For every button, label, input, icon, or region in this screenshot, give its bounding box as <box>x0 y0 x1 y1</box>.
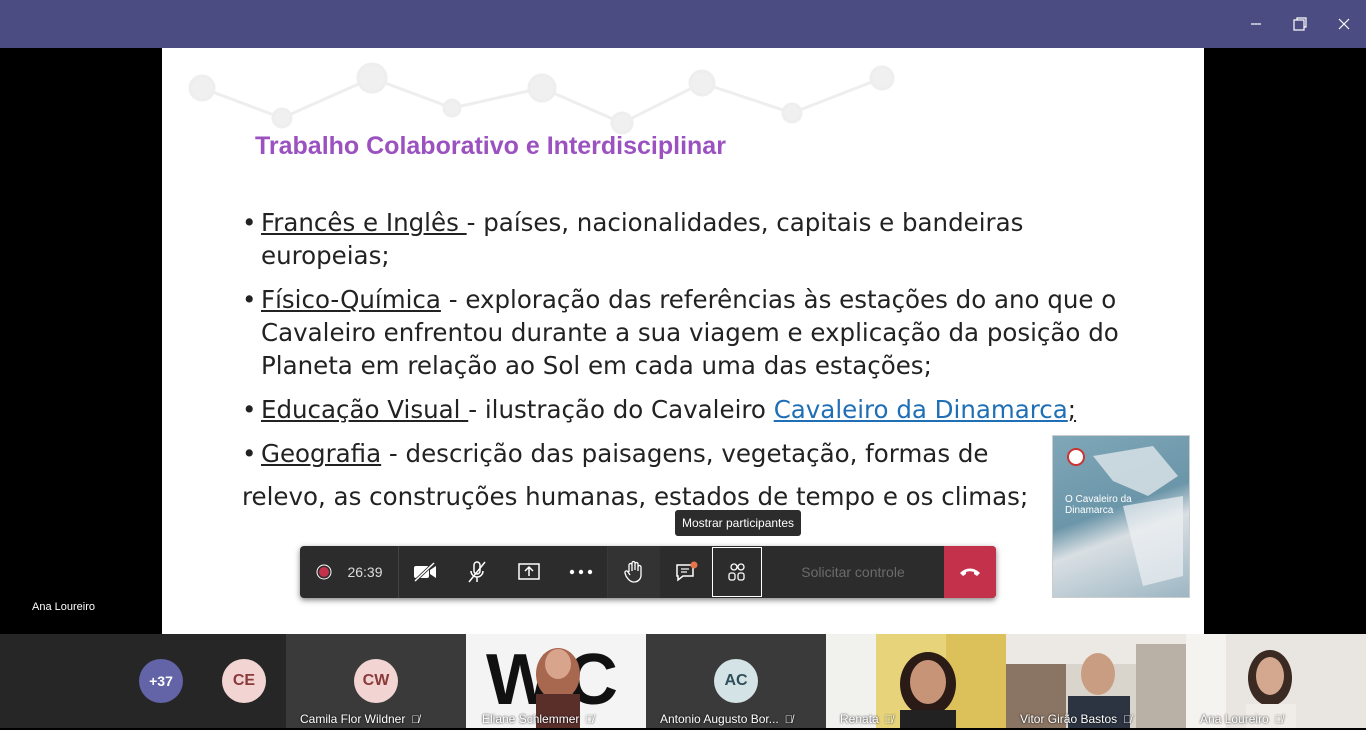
share-screen-button[interactable] <box>503 546 555 598</box>
subject-label: Francês e Inglês <box>261 208 467 237</box>
bullet-text: - descrição das paisagens, vegetação, fo… <box>381 439 989 468</box>
mic-toggle-button[interactable] <box>451 546 503 598</box>
restore-icon[interactable] <box>1278 0 1322 48</box>
hang-up-icon <box>960 568 980 576</box>
chat-icon <box>676 561 698 582</box>
participant-name: Camila Flor Wildner 🎙̸ <box>300 712 420 726</box>
recording-timer: 26:39 <box>300 546 398 598</box>
mic-off-icon: 🎙̸ <box>1274 714 1283 726</box>
participants-icon <box>728 563 745 581</box>
participant-video-tile[interactable]: Ana Loureiro 🎙̸ <box>1186 634 1366 728</box>
title-bar <box>0 0 1366 48</box>
bullet-visual-education: • Educação Visual - ilustração do Cavalei… <box>242 395 1077 424</box>
request-control-label: Solicitar controle <box>801 564 905 580</box>
participant-name: Vitor Girão Bastos 🎙̸ <box>1020 712 1132 726</box>
raise-hand-icon <box>624 560 642 583</box>
participant-name: Eliane Schlemmer 🎙̸ <box>482 712 594 726</box>
participant-tile[interactable]: CW Camila Flor Wildner 🎙̸ <box>286 634 466 728</box>
overflow-tile[interactable]: +37 CE <box>0 634 286 728</box>
presenter-name: Ana Loureiro <box>32 601 95 613</box>
participant-avatar: CE <box>222 659 266 703</box>
mic-off-icon: 🎙̸ <box>784 714 794 726</box>
overflow-count-avatar[interactable]: +37 <box>139 659 183 703</box>
bullet-tail: ; <box>1067 395 1077 424</box>
minimize-icon[interactable] <box>1234 0 1278 48</box>
call-toolbar: 26:39 Solicitar controle <box>300 546 996 598</box>
subject-label: Geografia <box>261 439 382 468</box>
show-participants-button[interactable] <box>712 547 762 597</box>
book-cover-image: O Cavaleiro da Dinamarca <box>1052 435 1190 598</box>
mic-off-icon: 🎙̸ <box>884 714 893 726</box>
book-title: O Cavaleiro da Dinamarca <box>1065 494 1132 516</box>
bullet-geography-continuation: relevo, as construções humanas, estados … <box>242 482 1029 511</box>
participant-video-tile[interactable]: W C Eliane Schlemmer 🎙̸ <box>466 634 646 728</box>
cavaleiro-link[interactable]: Cavaleiro da Dinamarca <box>774 395 1068 424</box>
mic-off-icon: 🎙̸ <box>411 714 420 726</box>
show-participants-tooltip: Mostrar participantes <box>675 510 802 536</box>
participant-video-tile[interactable]: Renata 🎙̸ <box>826 634 1006 728</box>
participant-name: Renata 🎙̸ <box>840 712 893 726</box>
participant-avatar: AC <box>714 659 758 703</box>
slide-title: Trabalho Colaborativo e Interdisciplinar <box>255 132 726 160</box>
mic-off-icon: 🎙̸ <box>1123 714 1132 726</box>
bullet-languages: • Francês e Inglês - países, nacionalidad… <box>242 208 1024 270</box>
subject-label: Educação Visual <box>261 395 469 424</box>
subject-label: Físico-Química <box>261 285 441 314</box>
participant-strip: +37 CE CW Camila Flor Wildner 🎙̸ W C Elia… <box>0 634 1366 728</box>
mic-off-icon <box>468 561 486 583</box>
mic-off-icon: 🎙̸ <box>585 714 594 726</box>
share-screen-icon <box>518 563 540 580</box>
raise-hand-button[interactable] <box>608 546 660 598</box>
more-icon <box>569 569 593 575</box>
participant-tile[interactable]: AC Antonio Augusto Bor... 🎙̸ <box>646 634 826 728</box>
participant-video-tile[interactable]: Vitor Girão Bastos 🎙̸ <box>1006 634 1186 728</box>
close-icon[interactable] <box>1322 0 1366 48</box>
request-control-button[interactable]: Solicitar controle <box>778 546 928 598</box>
camera-toggle-button[interactable] <box>399 546 451 598</box>
more-actions-button[interactable] <box>555 546 607 598</box>
call-timer: 26:39 <box>347 564 383 580</box>
bullet-physics: • Físico-Química - exploração das referên… <box>242 285 1119 380</box>
recording-icon <box>316 564 332 580</box>
slide-bullet-list: • Francês e Inglês - países, nacionalidad… <box>242 206 1142 513</box>
participant-name: Ana Loureiro 🎙̸ <box>1200 712 1283 726</box>
camera-off-icon <box>413 561 436 583</box>
chat-button[interactable] <box>660 546 712 598</box>
participant-name: Antonio Augusto Bor... 🎙̸ <box>660 712 794 726</box>
bullet-text: - ilustração do Cavaleiro <box>468 395 774 424</box>
hang-up-button[interactable] <box>944 546 996 598</box>
bullet-geography: • Geografia - descrição das paisagens, ve… <box>242 439 989 468</box>
participant-avatar: CW <box>354 659 398 703</box>
